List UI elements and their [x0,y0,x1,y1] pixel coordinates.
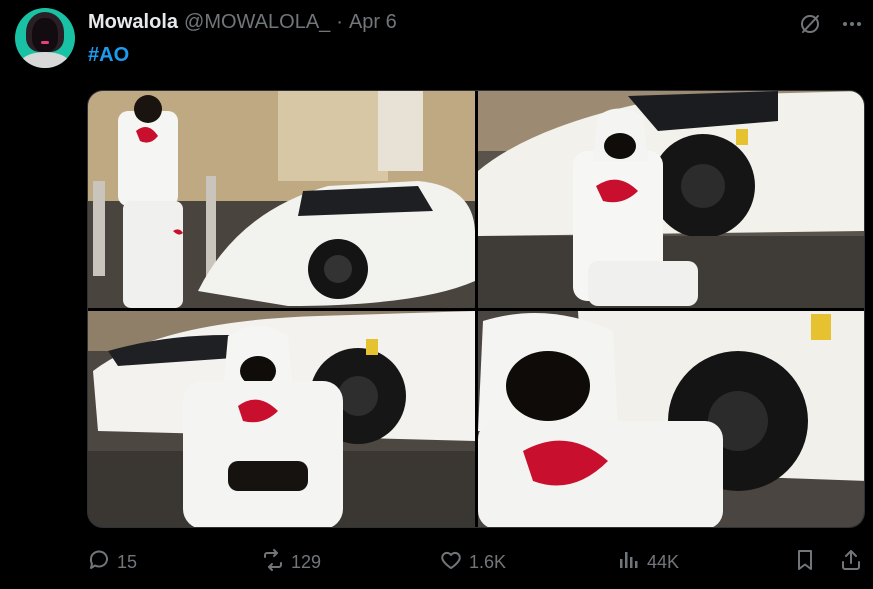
header-separator: · [336,11,343,33]
reply-count: 15 [117,551,138,572]
action-bar: 15 129 1.6K 44K [87,545,865,579]
reply-button[interactable]: 15 [87,545,137,579]
repost-icon [261,548,285,577]
views-button[interactable]: 44K [617,545,679,579]
like-count: 1.6K [469,551,507,572]
tweet-date[interactable]: Apr 6 [349,11,397,34]
avatar-shoulders [20,52,70,68]
media-photo-4[interactable] [478,311,864,527]
avatar-lip [41,41,49,44]
repost-count: 129 [291,551,322,572]
user-handle[interactable]: @MOWALOLA_ [184,11,330,34]
hashtag-link[interactable]: #AO [88,44,129,67]
media-photo-3[interactable] [88,311,475,527]
grok-icon[interactable] [796,10,824,38]
avatar-face [32,18,58,52]
bookmark-button[interactable] [793,545,817,579]
avatar[interactable] [15,8,75,68]
reply-icon [87,548,111,577]
views-count: 44K [647,551,680,572]
media-grid [87,90,865,528]
like-button[interactable]: 1.6K [439,545,506,579]
like-icon [439,548,463,577]
media-photo-1[interactable] [88,91,475,308]
media-photo-2[interactable] [478,91,864,308]
more-icon[interactable] [838,10,866,38]
views-icon [617,548,641,577]
share-icon [839,548,863,577]
display-name[interactable]: Mowalola [88,11,178,34]
bookmark-icon [793,548,817,577]
tweet-header: Mowalola @MOWALOLA_ · Apr 6 [88,11,397,37]
repost-button[interactable]: 129 [261,545,321,579]
share-button[interactable] [839,545,863,579]
